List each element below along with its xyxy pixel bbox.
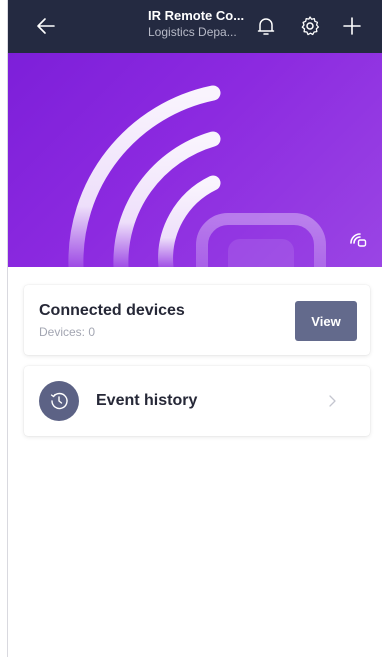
left-edge-divider xyxy=(0,0,8,657)
ir-remote-icon xyxy=(348,229,368,249)
hero-banner xyxy=(8,53,382,267)
bell-icon[interactable] xyxy=(254,14,278,38)
chevron-right-icon xyxy=(327,394,337,413)
gear-icon[interactable] xyxy=(298,14,322,38)
top-app-bar: IR Remote Co... Logistics Depa... xyxy=(8,0,382,53)
ir-signal-illustration xyxy=(68,85,326,267)
event-history-item[interactable]: Event history xyxy=(24,366,370,436)
connected-devices-card: Connected devices Devices: 0 View xyxy=(24,285,370,355)
plus-icon[interactable] xyxy=(340,14,364,38)
connected-devices-title: Connected devices xyxy=(39,302,185,319)
event-history-label: Event history xyxy=(96,392,198,409)
title-block: IR Remote Co... Logistics Depa... xyxy=(148,8,260,40)
page-subtitle: Logistics Depa... xyxy=(148,25,237,39)
back-arrow-icon[interactable] xyxy=(34,14,58,38)
page-title: IR Remote Co... xyxy=(148,8,245,23)
history-clock-icon xyxy=(39,381,79,421)
device-count: Devices: 0 xyxy=(39,325,96,339)
view-devices-button[interactable]: View xyxy=(295,301,357,341)
